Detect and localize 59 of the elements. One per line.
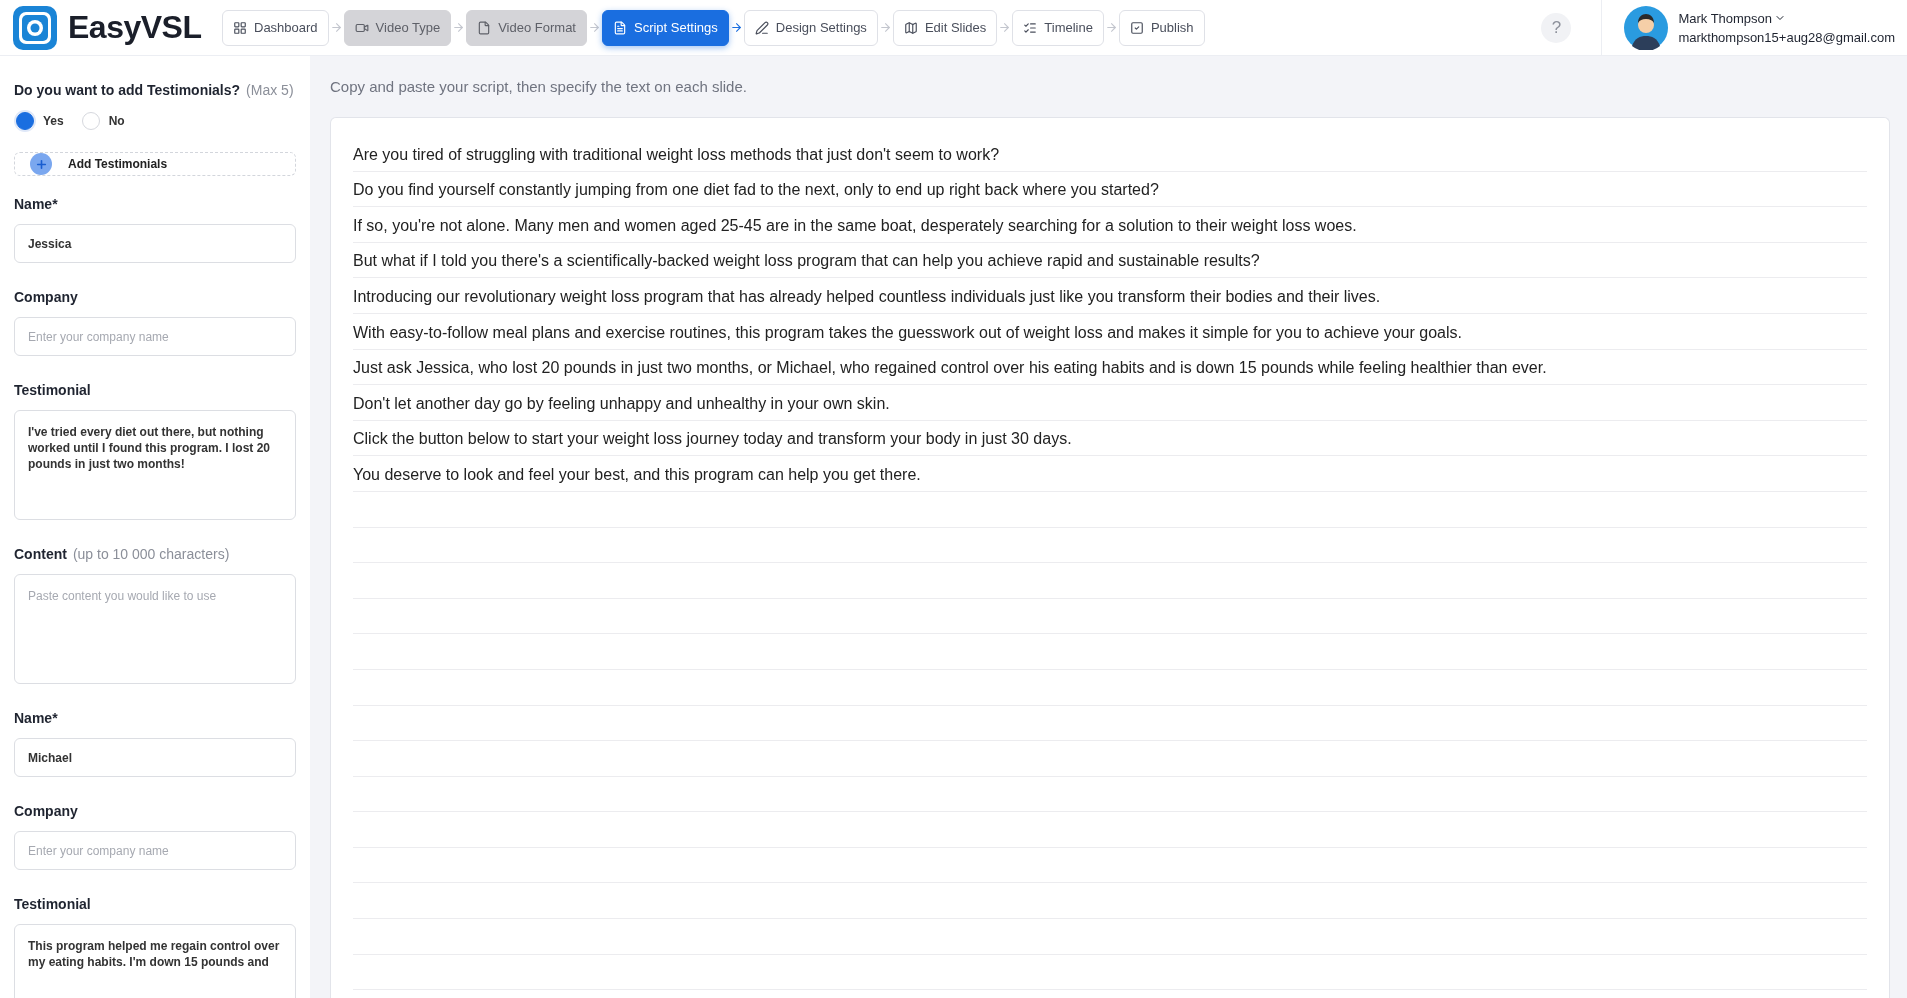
script-line: If so, you're not alone. Many men and women aged 25-45 are in the same boat, desperately searching for a solution to their weight loss woes. — [353, 216, 1357, 235]
input-field[interactable]: Enter your company name — [14, 831, 296, 870]
question-label: Do you want to add Testimonials? — [14, 82, 241, 98]
input-field[interactable]: Enter your company name — [14, 317, 296, 356]
field-label: Testimonial — [14, 382, 91, 398]
field-label: Content — [14, 546, 67, 562]
arrow-icon — [588, 21, 601, 34]
radio-option[interactable]: No — [81, 112, 125, 130]
field-label: Name* — [14, 710, 58, 726]
logo-icon — [12, 4, 58, 51]
input-field[interactable]: Michael — [14, 738, 296, 777]
arrow-icon — [729, 21, 743, 34]
plus-icon — [30, 153, 52, 175]
step-icon — [1129, 20, 1144, 35]
radio-option[interactable]: Yes — [16, 112, 64, 130]
script-editor[interactable] — [330, 117, 1890, 998]
radio-dot[interactable] — [16, 112, 34, 130]
text-area[interactable]: I've tried every diet out there, but nothing worked until I found this program. I lost 20 pounds in just two months! — [14, 410, 296, 520]
field-hint: (up to 10 000 characters) — [72, 546, 230, 562]
input-field[interactable]: Jessica — [14, 224, 296, 263]
add-testimonials-button[interactable]: Add Testimonials — [14, 152, 296, 176]
step-tab[interactable]: Edit Slides — [892, 9, 998, 46]
script-line: But what if I told you there's a scientifically-backed weight loss program that can help you achieve rapid and sustainable results? — [353, 252, 1260, 271]
step-tab[interactable]: Design Settings — [743, 9, 878, 46]
avatar — [1624, 5, 1669, 50]
text-area[interactable]: Paste content you would like to use — [14, 574, 296, 684]
step-icon — [613, 20, 627, 35]
script-line: Introducing our revolutionary weight loss program that has already helped countless individuals just like you transform their bodies and their lives. — [353, 287, 1381, 306]
step-tab[interactable]: Publish — [1118, 9, 1205, 46]
script-line: Click the button below to start your weight loss journey today and transform your body in just 30 days. — [353, 430, 1072, 449]
arrow-icon — [452, 21, 466, 34]
arrow-icon — [878, 21, 892, 34]
arrow-icon — [1104, 21, 1118, 34]
field-label: Company — [14, 289, 78, 305]
script-line: You deserve to look and feel your best, and this program can help you get there. — [353, 465, 921, 484]
script-line: Are you tired of struggling with traditional weight loss methods that just don't seem to work? — [353, 145, 1000, 164]
question-hint: (Max 5) — [246, 82, 294, 98]
user-menu[interactable]: Mark Thompson — [1678, 10, 1895, 26]
arrow-icon — [329, 21, 343, 34]
instruction-text: Copy and paste your script, then specify the text on each slide. — [330, 78, 748, 95]
arrow-icon — [998, 21, 1012, 34]
script-line: Just ask Jessica, who lost 20 pounds in just two months, or Michael, who regained control over his eating habits and is down 15 pounds while feeling healthier than ever. — [353, 359, 1547, 378]
script-line: With easy-to-follow meal plans and exercise routines, this program takes the guesswork out of weight loss and makes it simple for you to achieve your goals. — [353, 323, 1462, 342]
step-tab[interactable]: Script Settings — [602, 9, 729, 46]
step-tab[interactable]: Timeline — [1012, 9, 1104, 46]
script-line: Do you find yourself constantly jumping from one diet fad to the next, only to end up right back where you started? — [353, 181, 1159, 200]
field-label: Company — [14, 803, 78, 819]
step-icon — [477, 20, 492, 35]
step-icon — [903, 20, 918, 35]
field-label: Name* — [14, 196, 58, 212]
logo-text: EasyVSL — [68, 9, 202, 46]
step-icon — [754, 20, 769, 35]
step-icon — [1023, 20, 1038, 35]
field-label: Testimonial — [14, 896, 91, 912]
script-line: Don't let another day go by feeling unhappy and unhealthy in your own skin. — [353, 394, 890, 413]
step-tab[interactable]: Dashboard — [222, 9, 329, 46]
step-icon — [233, 20, 247, 35]
user-email: markthompson15+aug28@gmail.com — [1678, 29, 1895, 45]
text-area[interactable]: This program helped me regain control over my eating habits. I'm down 15 pounds and — [14, 924, 296, 998]
